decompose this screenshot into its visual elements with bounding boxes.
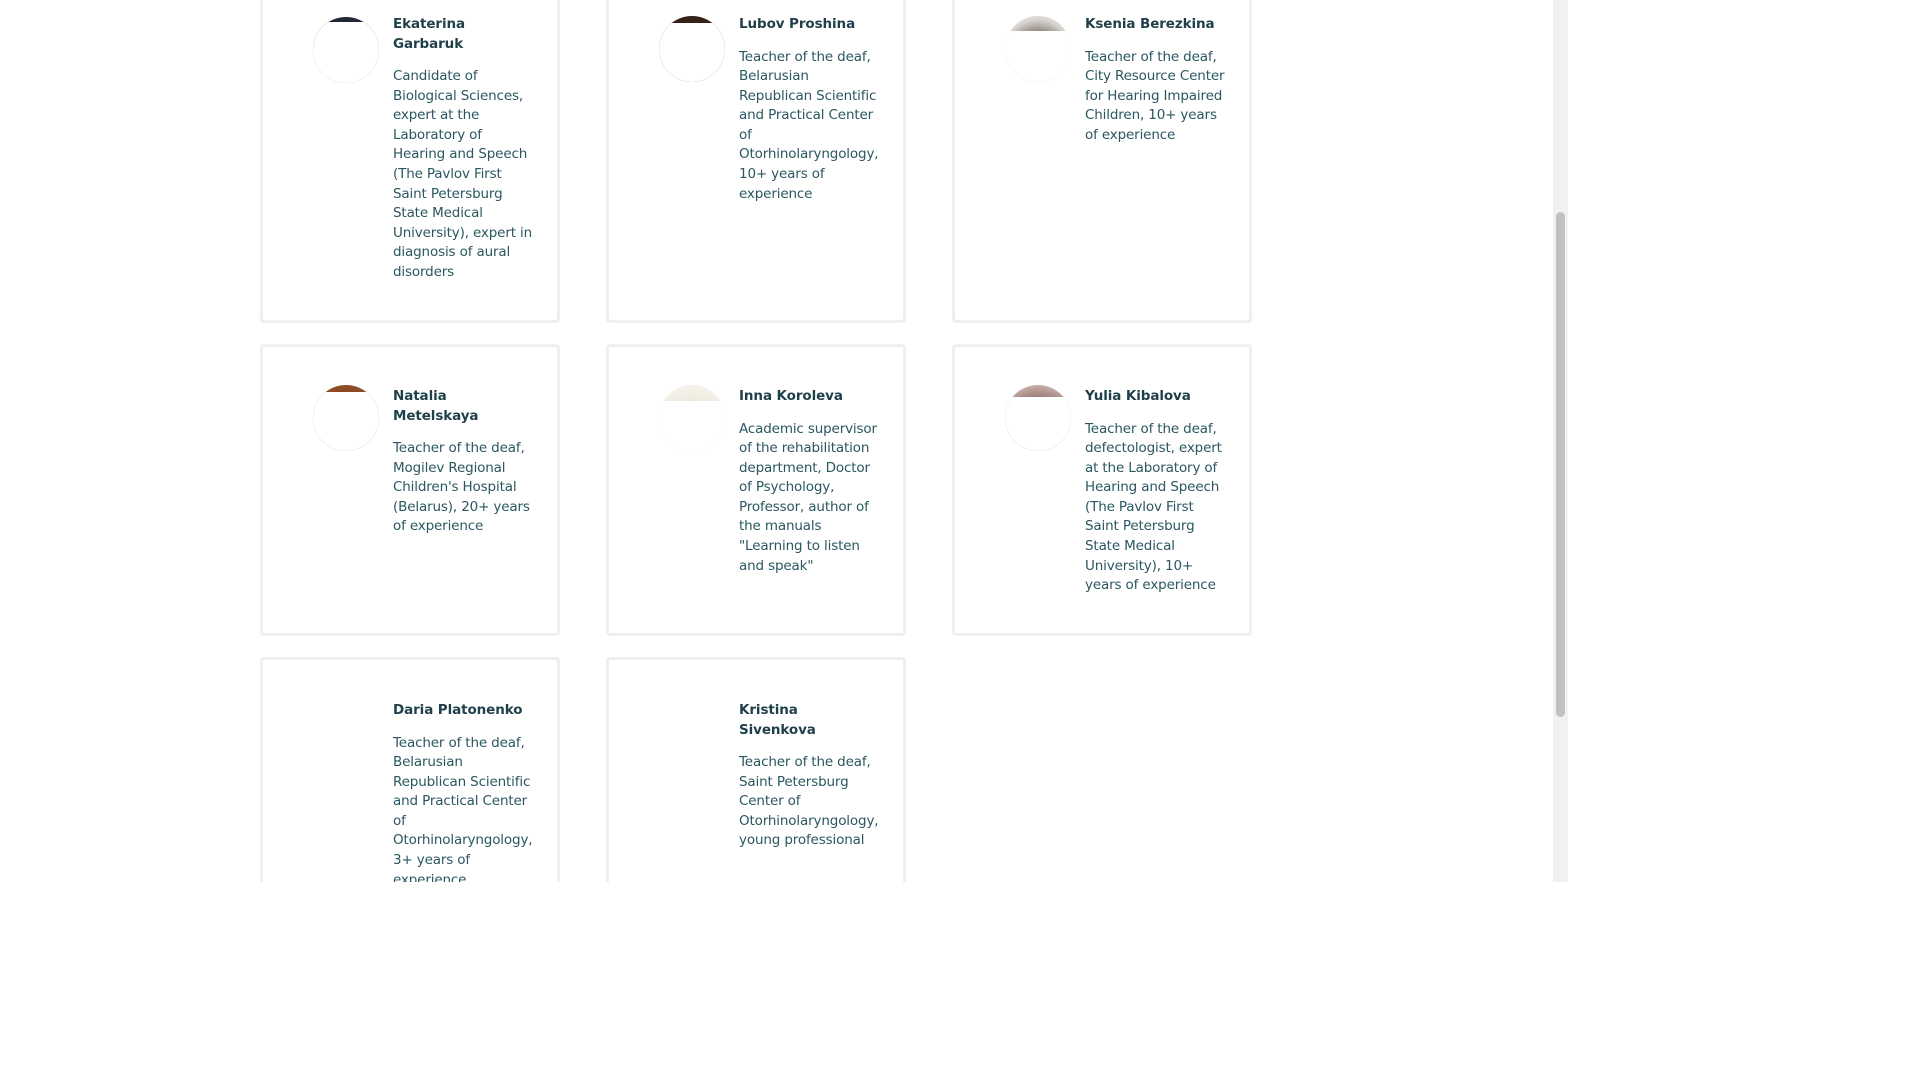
expert-card: Ekaterina Garbaruk Candidate of Biologic… [260,0,560,323]
expert-name: Lubov Proshina [739,16,856,32]
expert-card: Yulia Kibalova Teacher of the deaf, defe… [952,344,1252,636]
expert-name: Daria Platonenko [393,702,523,718]
expert-info: Lubov Proshina Teacher of the deaf, Bela… [739,15,879,204]
expert-name: Kristina Sivenkova [739,702,816,738]
avatar [659,385,725,451]
expert-card: Inna Koroleva Academic supervisor of the… [606,344,906,636]
expert-card: Ksenia Berezkina Teacher of the deaf, Ci… [952,0,1252,323]
expert-description: Academic supervisor of the rehabilitatio… [739,420,877,574]
expert-description: Teacher of the deaf, City Resource Cente… [1085,48,1225,143]
expert-description: Teacher of the deaf, defectologist, expe… [1085,420,1222,594]
expert-card: Daria Platonenko Teacher of the deaf, Be… [260,657,560,882]
avatar [1005,16,1071,82]
expert-description: Teacher of the deaf, Belarusian Republic… [739,48,879,202]
expert-description: Teacher of the deaf, Belarusian Republic… [393,734,533,883]
expert-description: Teacher of the deaf, Saint Petersburg Ce… [739,754,879,849]
expert-name: Yulia Kibalova [1085,388,1191,404]
expert-name: Inna Koroleva [739,388,843,404]
expert-card: Natalia Metelskaya Teacher of the deaf, … [260,344,560,636]
expert-info: Yulia Kibalova Teacher of the deaf, defe… [1085,387,1225,596]
avatar [313,17,379,83]
expert-info: Natalia Metelskaya Teacher of the deaf, … [393,387,533,537]
avatar [1005,385,1071,451]
expert-name: Ekaterina Garbaruk [393,16,466,52]
expert-name: Natalia Metelskaya [393,388,479,424]
vertical-scrollbar[interactable] [1553,0,1568,882]
expert-info: Ksenia Berezkina Teacher of the deaf, Ci… [1085,15,1225,145]
expert-description: Teacher of the deaf, Mogilev Regional Ch… [393,440,530,535]
expert-card: Lubov Proshina Teacher of the deaf, Bela… [606,0,906,323]
scrollbar-thumb[interactable] [1556,212,1565,717]
expert-name: Ksenia Berezkina [1085,16,1215,32]
expert-info: Inna Koroleva Academic supervisor of the… [739,387,879,576]
avatar [659,16,725,82]
expert-card: Kristina Sivenkova Teacher of the deaf, … [606,657,906,882]
avatar [313,385,379,451]
expert-info: Kristina Sivenkova Teacher of the deaf, … [739,701,879,851]
experts-page: Ekaterina Garbaruk Candidate of Biologic… [0,0,1568,882]
expert-info: Daria Platonenko Teacher of the deaf, Be… [393,701,533,882]
expert-description: Candidate of Biological Sciences, expert… [393,68,533,280]
expert-info: Ekaterina Garbaruk Candidate of Biologic… [393,15,533,283]
